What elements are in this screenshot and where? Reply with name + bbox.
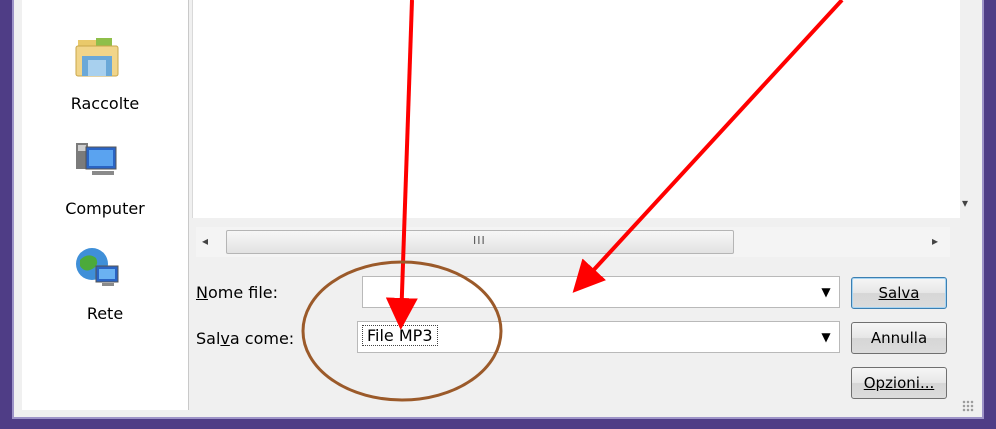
annotation-overlay — [301, 0, 844, 402]
annotation-arrow-to-savetype — [385, 0, 418, 330]
annotation-arrow-to-filename — [572, 0, 844, 293]
